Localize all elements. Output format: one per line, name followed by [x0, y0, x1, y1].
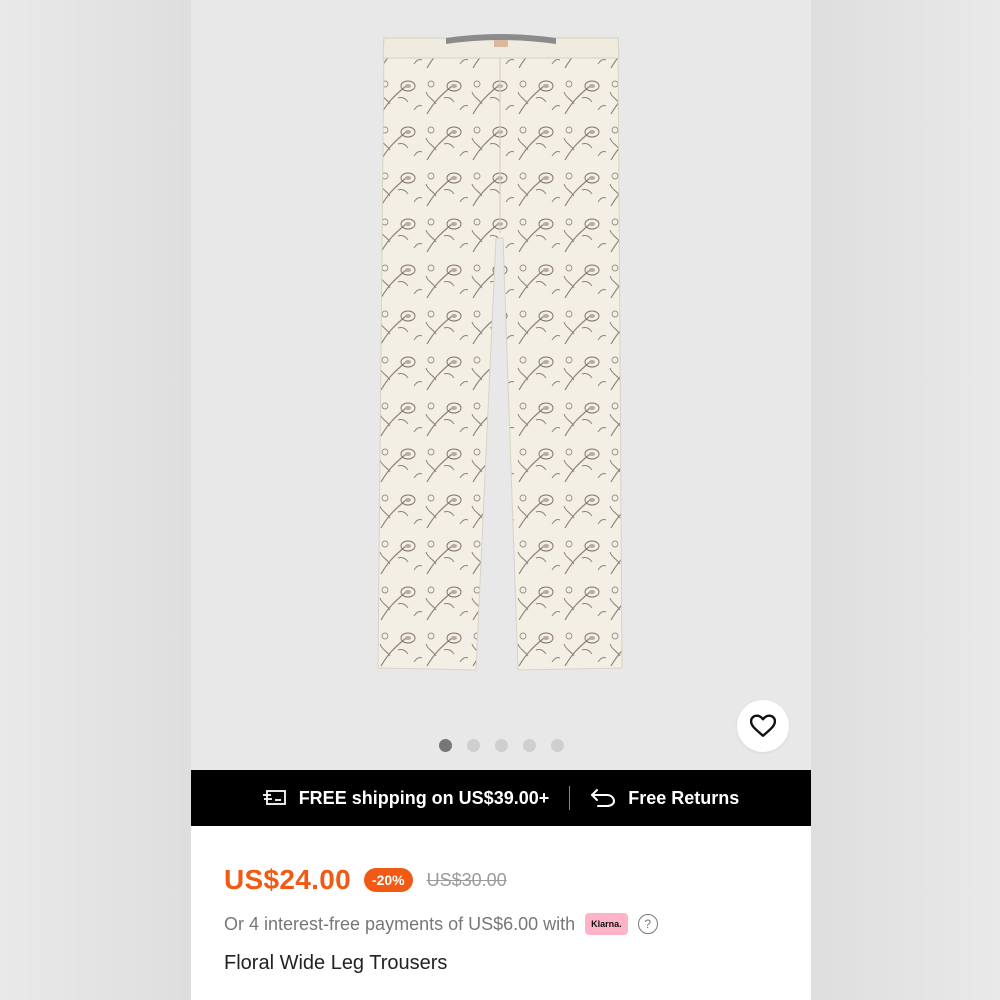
installment-text: Or 4 interest-free payments of US$6.00 w… — [224, 913, 576, 934]
price-row: US$24.00 -20% US$30.00 — [224, 864, 507, 896]
free-shipping-info: FREE shipping on US$39.00+ — [262, 787, 550, 809]
image-pagination — [191, 739, 811, 752]
pagination-dot[interactable] — [550, 739, 564, 752]
klarna-logo[interactable]: Klarna. — [585, 913, 628, 935]
background-left — [0, 0, 191, 1000]
product-page: FREE shipping on US$39.00+ Free Returns … — [191, 0, 811, 1000]
free-returns-info: Free Returns — [590, 788, 739, 809]
discount-badge: -20% — [363, 868, 413, 892]
pagination-dot[interactable] — [522, 739, 536, 752]
returns-text: Free Returns — [628, 787, 740, 808]
pagination-dot[interactable] — [494, 739, 508, 752]
background-right — [811, 0, 1000, 1000]
product-image — [377, 34, 623, 671]
pagination-dot-active[interactable] — [438, 739, 452, 752]
shipping-banner[interactable]: FREE shipping on US$39.00+ Free Returns — [191, 770, 811, 826]
original-price: US$30.00 — [426, 869, 507, 890]
product-image-gallery[interactable] — [191, 0, 811, 770]
product-title: Floral Wide Leg Trousers — [224, 952, 448, 974]
pagination-dot[interactable] — [466, 739, 480, 752]
sale-price: US$24.00 — [224, 864, 351, 895]
heart-icon — [750, 714, 776, 737]
shipping-truck-icon — [262, 790, 286, 805]
divider — [569, 786, 571, 810]
shipping-text: FREE shipping on US$39.00+ — [298, 787, 550, 808]
help-icon[interactable]: ? — [637, 914, 658, 934]
return-arrow-icon — [591, 789, 616, 807]
installment-info: Or 4 interest-free payments of US$6.00 w… — [224, 913, 658, 935]
